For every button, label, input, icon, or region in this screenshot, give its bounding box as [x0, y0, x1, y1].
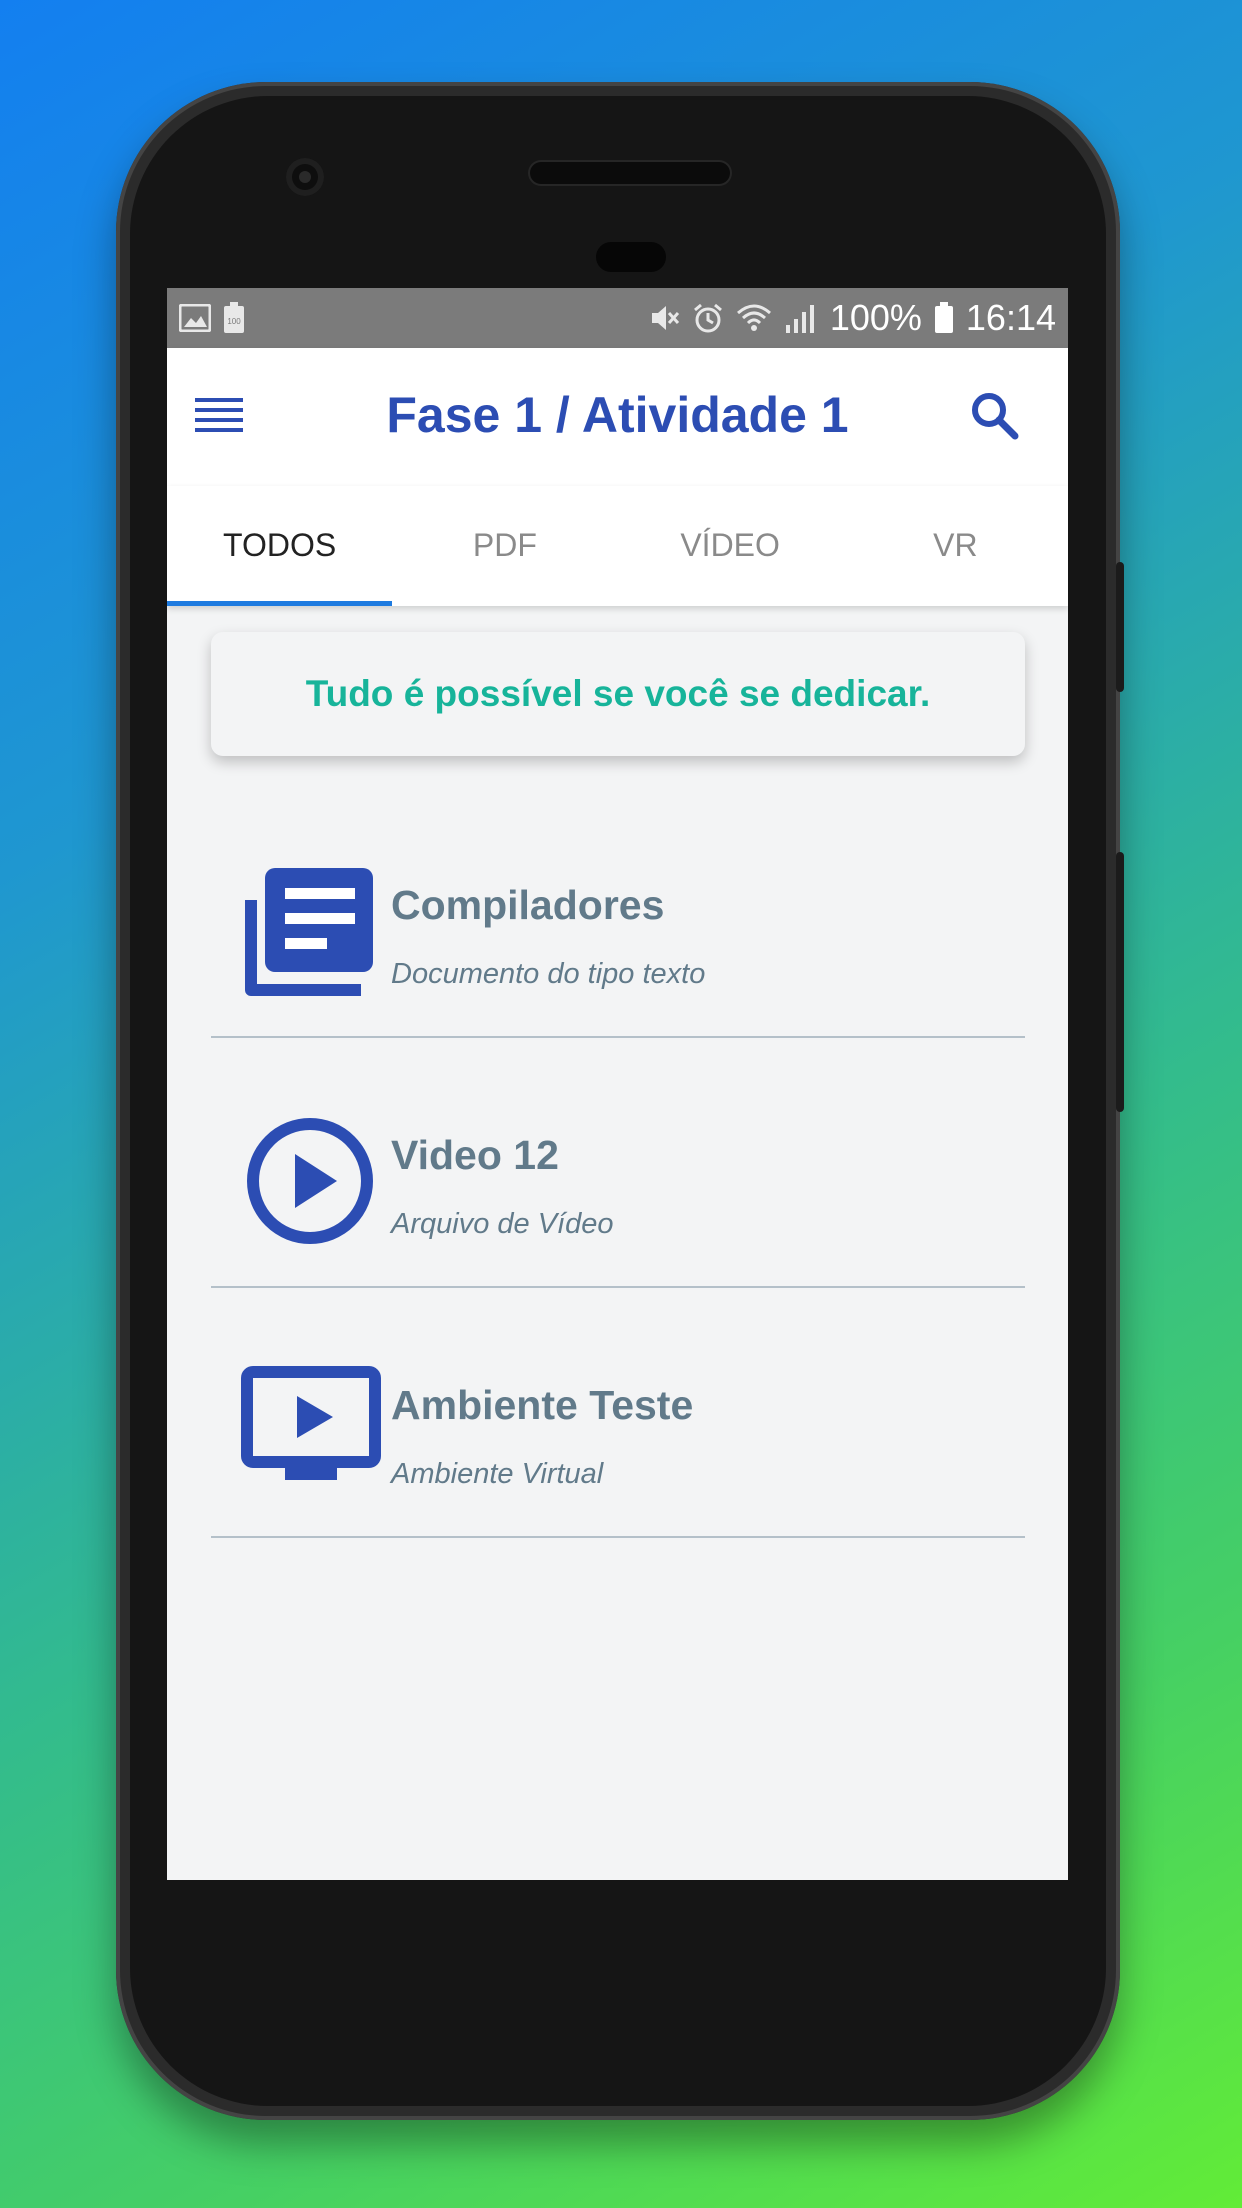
app-screen: 100 100% 16:14 Fase 1 / Atividade 1 TODO… — [167, 288, 1068, 1880]
mute-icon — [651, 306, 679, 330]
tab-pdf[interactable]: PDF — [392, 486, 617, 606]
tab-video[interactable]: VÍDEO — [618, 486, 843, 606]
tab-todos[interactable]: TODOS — [167, 486, 393, 606]
item-subtitle: Documento do tipo texto — [391, 958, 706, 990]
item-subtitle: Arquivo de Vídeo — [391, 1208, 614, 1240]
item-title: Ambiente Teste — [391, 1382, 694, 1428]
list-item[interactable]: Compiladores Documento do tipo texto — [211, 788, 1025, 1038]
battery-saver-icon: 100 — [224, 302, 244, 333]
app-bar: Fase 1 / Atividade 1 — [167, 348, 1068, 486]
tab-vr[interactable]: VR — [843, 486, 1068, 606]
item-subtitle: Ambiente Virtual — [391, 1458, 604, 1490]
volume-button — [1116, 562, 1124, 692]
item-title: Compiladores — [391, 882, 665, 928]
proximity-sensor — [596, 242, 666, 272]
play-circle-icon — [247, 1118, 373, 1244]
wifi-icon — [736, 304, 771, 331]
svg-text:100: 100 — [227, 317, 241, 326]
motivation-banner: Tudo é possível se você se dedicar. — [211, 632, 1025, 756]
signal-icon — [785, 305, 814, 333]
content-list: Compiladores Documento do tipo texto Vid… — [211, 788, 1025, 1538]
item-title: Video 12 — [391, 1132, 559, 1178]
tab-bar: TODOS PDF VÍDEO VR — [167, 486, 1068, 606]
document-icon — [245, 868, 373, 996]
page-title: Fase 1 / Atividade 1 — [386, 387, 849, 443]
battery-percent: 100% — [829, 297, 922, 338]
tv-play-icon — [241, 1366, 381, 1480]
search-icon[interactable] — [967, 388, 1023, 444]
alarm-icon — [693, 303, 722, 333]
power-button — [1116, 852, 1124, 1112]
list-item[interactable]: Ambiente Teste Ambiente Virtual — [211, 1288, 1025, 1538]
front-camera — [286, 158, 324, 196]
list-item[interactable]: Video 12 Arquivo de Vídeo — [211, 1038, 1025, 1288]
image-icon — [179, 304, 211, 332]
status-bar: 100 100% 16:14 — [167, 288, 1068, 348]
status-time: 16:14 — [965, 297, 1056, 338]
battery-icon — [934, 302, 953, 333]
earpiece-speaker — [530, 162, 730, 184]
